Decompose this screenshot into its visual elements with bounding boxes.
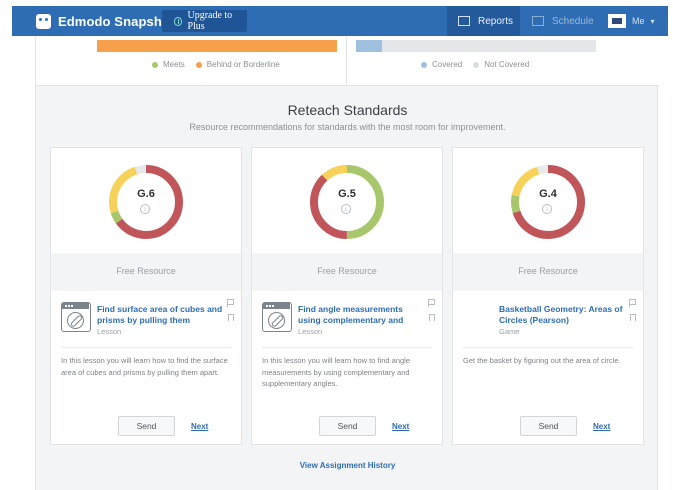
flag-icon[interactable] bbox=[428, 299, 435, 307]
bookmark-icon[interactable] bbox=[429, 314, 435, 321]
resource-title-link[interactable]: Find angle measurements using complement… bbox=[298, 304, 424, 326]
standard-code: G.4 bbox=[539, 188, 557, 200]
avatar bbox=[608, 14, 626, 28]
coverage-bar bbox=[356, 40, 596, 52]
nav-reports[interactable]: Reports bbox=[447, 6, 520, 36]
performance-bar bbox=[97, 40, 337, 52]
brand-link[interactable]: Edmodo Snapshot bbox=[36, 12, 174, 30]
card-header: G.4 i bbox=[453, 148, 643, 253]
top-nav-bar: Edmodo Snapshot Upgrade to Plus Reports … bbox=[12, 6, 668, 36]
resource-description: In this lesson you will learn how to fin… bbox=[61, 356, 228, 377]
resource-type: Lesson bbox=[298, 327, 323, 336]
resource-type: Lesson bbox=[97, 327, 122, 336]
flag-icon[interactable] bbox=[227, 299, 234, 307]
standard-donut bbox=[511, 165, 585, 239]
reports-icon bbox=[458, 16, 470, 26]
upgrade-label: Upgrade to Plus bbox=[187, 10, 233, 32]
flag-icon[interactable] bbox=[629, 299, 636, 307]
window-bar bbox=[263, 303, 290, 309]
legend-label: Meets bbox=[163, 60, 185, 69]
section-subtitle: Resource recommendations for standards w… bbox=[189, 122, 506, 132]
standard-card: G.5 i Free Resource Find angle measureme… bbox=[251, 147, 443, 445]
divider bbox=[61, 347, 231, 348]
lesson-link-icon bbox=[262, 302, 292, 332]
legend-item-meets: Meets bbox=[152, 60, 185, 69]
summary-strip: Meets Behind or Borderline Covered Not C… bbox=[36, 36, 659, 86]
card-header: G.5 i bbox=[252, 148, 442, 253]
bookmark-icon[interactable] bbox=[630, 314, 636, 321]
free-resource-label: Free Resource bbox=[518, 266, 578, 276]
chain-link-icon bbox=[268, 312, 285, 329]
legend-label: Not Covered bbox=[484, 60, 530, 69]
next-link[interactable]: Next bbox=[593, 422, 610, 431]
calendar-icon bbox=[532, 16, 544, 26]
section-title: Reteach Standards bbox=[287, 102, 408, 118]
divider bbox=[262, 347, 432, 348]
legend-item-covered: Covered bbox=[421, 60, 462, 69]
legend-dot-icon bbox=[152, 61, 158, 68]
coverage-legend: Covered Not Covered bbox=[421, 60, 540, 69]
report-panel: Meets Behind or Borderline Covered Not C… bbox=[35, 36, 659, 490]
performance-legend: Meets Behind or Borderline bbox=[152, 60, 291, 69]
legend-label: Covered bbox=[432, 60, 463, 69]
standard-donut bbox=[109, 165, 183, 239]
window-bar bbox=[62, 303, 89, 309]
user-menu-label: Me bbox=[632, 16, 645, 26]
card-header: G.6 i bbox=[51, 148, 241, 253]
plus-circle-icon bbox=[174, 16, 183, 26]
chevron-down-icon: ▾ bbox=[650, 16, 655, 26]
nav-schedule[interactable]: Schedule bbox=[532, 6, 602, 36]
next-link[interactable]: Next bbox=[191, 422, 208, 431]
brand-name: Edmodo Snapshot bbox=[58, 13, 175, 29]
standard-donut bbox=[310, 165, 384, 239]
resource-type: Game bbox=[499, 327, 520, 336]
legend-dot-icon bbox=[421, 61, 427, 68]
next-link[interactable]: Next bbox=[392, 422, 409, 431]
info-icon[interactable]: i bbox=[140, 204, 150, 214]
upgrade-to-plus-button[interactable]: Upgrade to Plus bbox=[162, 10, 247, 32]
legend-dot-icon bbox=[473, 61, 480, 68]
standard-card: G.6 i Free Resource Find surface area of… bbox=[50, 147, 242, 445]
resource-description: In this lesson you will learn how to fin… bbox=[262, 356, 411, 388]
edmodo-logo-icon bbox=[36, 13, 51, 29]
nav-schedule-label: Schedule bbox=[552, 15, 594, 27]
free-resource-label: Free Resource bbox=[116, 266, 176, 276]
lesson-link-icon bbox=[61, 302, 91, 332]
send-button[interactable]: Send bbox=[319, 416, 376, 436]
bookmark-icon[interactable] bbox=[228, 314, 234, 321]
free-resource-label: Free Resource bbox=[317, 266, 377, 276]
legend-label: Behind or Borderline bbox=[206, 60, 280, 69]
resource-description: Get the basket by figuring out the area … bbox=[463, 356, 621, 365]
divider bbox=[346, 36, 347, 86]
info-icon[interactable]: i bbox=[341, 204, 351, 214]
chain-link-icon bbox=[67, 312, 84, 329]
nav-reports-label: Reports bbox=[478, 15, 514, 27]
resource-title-link[interactable]: Find surface area of cubes and prisms by… bbox=[97, 304, 223, 326]
resource-title-link[interactable]: Basketball Geometry: Areas of Circles (P… bbox=[499, 304, 625, 326]
send-button[interactable]: Send bbox=[520, 416, 577, 436]
standard-code: G.6 bbox=[137, 188, 155, 200]
coverage-bar-fill bbox=[356, 40, 383, 52]
info-icon[interactable]: i bbox=[542, 204, 552, 214]
user-menu[interactable]: Me ▾ bbox=[608, 11, 663, 31]
standard-code: G.5 bbox=[338, 188, 356, 200]
send-button[interactable]: Send bbox=[118, 416, 175, 436]
standard-card: G.4 i Free Resource Basketball Geometry:… bbox=[452, 147, 644, 445]
legend-item-not-covered: Not Covered bbox=[473, 60, 529, 69]
view-assignment-history-link[interactable]: View Assignment History bbox=[36, 461, 659, 470]
divider bbox=[463, 347, 633, 348]
legend-dot-icon bbox=[195, 61, 202, 68]
legend-item-behind: Behind or Borderline bbox=[195, 60, 280, 69]
